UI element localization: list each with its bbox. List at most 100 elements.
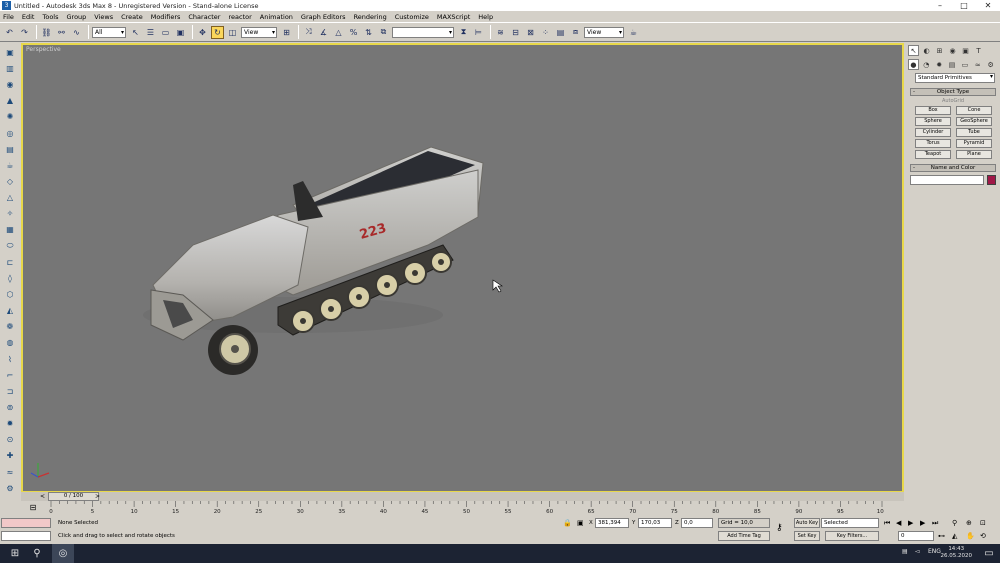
cone-button[interactable]: Cone bbox=[956, 106, 992, 115]
pyramid-icon[interactable]: △ bbox=[4, 191, 17, 204]
select-and-scale-icon[interactable]: ◫ bbox=[226, 26, 239, 39]
oil-tank-icon[interactable]: ⬭ bbox=[4, 240, 17, 253]
menu-maxscript[interactable]: MAXScript bbox=[437, 13, 470, 21]
torus-button[interactable]: Torus bbox=[915, 139, 951, 148]
prism-icon[interactable]: ◭ bbox=[4, 304, 17, 317]
frame-ruler[interactable]: 0 5 10 15 20 25 30 35 40 45 50 55 60 65 70 75 80 85 90 95 10… bbox=[49, 501, 888, 515]
reference-coordinate-dropdown[interactable]: View bbox=[241, 26, 277, 38]
render-type-dropdown[interactable]: View bbox=[584, 26, 624, 38]
light-icon[interactable]: ✹ bbox=[4, 417, 17, 430]
geosphere-button[interactable]: GeoSphere bbox=[956, 117, 992, 126]
play-icon[interactable]: ▶ bbox=[908, 518, 913, 528]
object-name-field[interactable] bbox=[910, 175, 984, 185]
cone-icon[interactable]: ▲ bbox=[4, 94, 17, 107]
redo-icon[interactable]: ↷ bbox=[18, 26, 31, 39]
lock-selection-icon[interactable]: 🔒 bbox=[563, 518, 572, 528]
systems-icon[interactable]: ⚙ bbox=[985, 59, 996, 70]
space-warp-icon[interactable]: ≈ bbox=[4, 466, 17, 479]
layer-manager-icon[interactable]: ≋ bbox=[494, 26, 507, 39]
go-to-end-icon[interactable]: ⏭ bbox=[932, 518, 938, 528]
mirror-icon[interactable]: ⧗ bbox=[457, 26, 470, 39]
search-icon[interactable]: ⚲ bbox=[26, 544, 48, 563]
menu-file[interactable]: File bbox=[3, 13, 14, 21]
cylinder-icon[interactable]: ▥ bbox=[4, 62, 17, 75]
window-crossing-icon[interactable]: ▣ bbox=[174, 26, 187, 39]
spinner-snap-icon[interactable]: ⇅ bbox=[362, 26, 375, 39]
cylinder-button[interactable]: Cylinder bbox=[915, 128, 951, 137]
schematic-view-icon[interactable]: ⊠ bbox=[524, 26, 537, 39]
pivot-center-icon[interactable]: ⊞ bbox=[280, 26, 293, 39]
helper-icon[interactable]: ✚ bbox=[4, 450, 17, 463]
plane-icon[interactable]: ◇ bbox=[4, 175, 17, 188]
hose-icon[interactable]: ⌇ bbox=[4, 353, 17, 366]
menu-modifiers[interactable]: Modifiers bbox=[151, 13, 181, 21]
network-icon[interactable]: ▤ bbox=[902, 548, 908, 555]
zoom-extents-icon[interactable]: ⊡ bbox=[980, 518, 986, 528]
plane-button[interactable]: Plane bbox=[956, 150, 992, 159]
display-tab-icon[interactable]: ▣ bbox=[960, 45, 971, 56]
shapes-icon[interactable]: ◔ bbox=[921, 59, 932, 70]
rectangular-selection-icon[interactable]: ▭ bbox=[159, 26, 172, 39]
zoom-icon[interactable]: ⚲ bbox=[952, 518, 957, 528]
menu-rendering[interactable]: Rendering bbox=[354, 13, 387, 21]
select-and-move-icon[interactable]: ✥ bbox=[196, 26, 209, 39]
menu-tools[interactable]: Tools bbox=[42, 13, 58, 21]
box-icon[interactable]: ▣ bbox=[4, 46, 17, 59]
time-slider-next-icon[interactable]: > bbox=[95, 492, 100, 501]
menu-views[interactable]: Views bbox=[94, 13, 113, 21]
utilities-tab-icon[interactable]: T bbox=[973, 45, 984, 56]
object-type-rollout[interactable]: - Object Type bbox=[910, 88, 996, 96]
edit-named-selection-icon[interactable]: ⧉ bbox=[377, 26, 390, 39]
ring-wave-icon[interactable]: ◍ bbox=[4, 337, 17, 350]
system-clock[interactable]: 14:43 26.05.2020 bbox=[941, 546, 973, 560]
key-mode-toggle-icon[interactable]: ⊷ bbox=[938, 531, 945, 541]
track-bar[interactable]: ⊟ 0 5 10 15 20 25 30 35 40 45 50 55 60 65 70 75 80 85 90 95… bbox=[0, 501, 905, 515]
menu-help[interactable]: Help bbox=[478, 13, 493, 21]
systems-icon[interactable]: ⚙ bbox=[4, 482, 17, 495]
chamfer-cyl-icon[interactable]: ⊚ bbox=[4, 401, 17, 414]
undo-icon[interactable]: ↶ bbox=[3, 26, 16, 39]
select-by-name-icon[interactable]: ☰ bbox=[144, 26, 157, 39]
perspective-viewport[interactable]: Perspective 223 bbox=[21, 43, 904, 493]
maxscript-listener-field[interactable] bbox=[1, 518, 51, 528]
teapot-icon[interactable]: ☕ bbox=[4, 159, 17, 172]
object-color-swatch[interactable] bbox=[987, 175, 996, 185]
helpers-icon[interactable]: ▭ bbox=[959, 59, 970, 70]
key-mode-dropdown[interactable]: Selected bbox=[821, 518, 879, 528]
zoom-all-icon[interactable]: ⊕ bbox=[966, 518, 972, 528]
menu-graph-editors[interactable]: Graph Editors bbox=[301, 13, 346, 21]
menu-group[interactable]: Group bbox=[67, 13, 87, 21]
field-of-view-icon[interactable]: ◭ bbox=[952, 531, 957, 541]
named-selection-dropdown[interactable] bbox=[392, 26, 454, 38]
render-scene-icon[interactable]: ▤ bbox=[554, 26, 567, 39]
y-coordinate-field[interactable]: 170,03 bbox=[638, 518, 672, 528]
menu-animation[interactable]: Animation bbox=[260, 13, 293, 21]
arc-rotate-icon[interactable]: ⟲ bbox=[980, 531, 986, 541]
set-key-button[interactable]: Set Key bbox=[794, 531, 820, 541]
angle-snap-icon[interactable]: △ bbox=[332, 26, 345, 39]
language-indicator[interactable]: ENG bbox=[928, 548, 941, 555]
space-warps-icon[interactable]: ≈ bbox=[972, 59, 983, 70]
curve-editor-icon[interactable]: ⊟ bbox=[509, 26, 522, 39]
sphere-button[interactable]: Sphere bbox=[915, 117, 951, 126]
maximize-button[interactable]: □ bbox=[952, 0, 976, 11]
tube-button[interactable]: Tube bbox=[956, 128, 992, 137]
select-and-link-icon[interactable]: ⛓ bbox=[40, 26, 53, 39]
mini-curve-editor-icon[interactable]: ⊟ bbox=[27, 503, 39, 513]
menu-customize[interactable]: Customize bbox=[395, 13, 429, 21]
windows-start-icon[interactable]: ⊞ bbox=[4, 544, 26, 563]
previous-frame-icon[interactable]: ◀ bbox=[896, 518, 901, 528]
cameras-icon[interactable]: ▤ bbox=[947, 59, 958, 70]
pan-view-icon[interactable]: ✋ bbox=[966, 531, 975, 541]
go-to-start-icon[interactable]: ⏮ bbox=[884, 518, 890, 528]
box-button[interactable]: Box bbox=[915, 106, 951, 115]
spindle-icon[interactable]: ◊ bbox=[4, 272, 17, 285]
create-tab-icon[interactable]: ↖ bbox=[908, 45, 919, 56]
hierarchy-tab-icon[interactable]: ⊞ bbox=[934, 45, 945, 56]
set-key-icon[interactable]: ⚷ bbox=[776, 523, 783, 533]
hedra-icon[interactable]: ✧ bbox=[4, 207, 17, 220]
auto-key-button[interactable]: Auto Key bbox=[794, 518, 820, 528]
modify-tab-icon[interactable]: ◐ bbox=[921, 45, 932, 56]
snaps-toggle-icon[interactable]: ∡ bbox=[317, 26, 330, 39]
menu-reactor[interactable]: reactor bbox=[228, 13, 251, 21]
